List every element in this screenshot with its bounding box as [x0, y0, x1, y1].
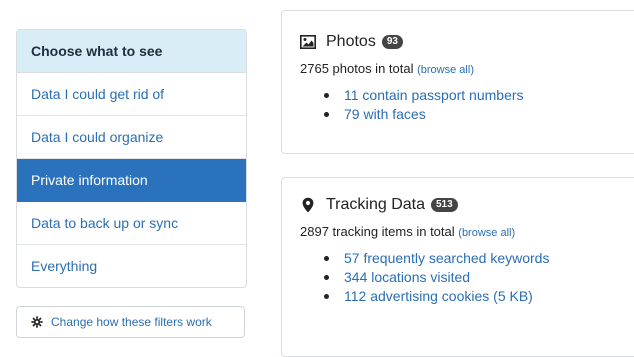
tracking-summary: 2897 tracking items in total (browse all… — [300, 224, 634, 239]
tracking-browse-wrap: (browse all) — [458, 227, 516, 239]
change-filters-button[interactable]: Change how these filters work — [16, 306, 245, 338]
tracking-title-row: Tracking Data 513 — [300, 196, 634, 214]
filter-item-organize[interactable]: Data I could organize — [17, 116, 246, 159]
tracking-summary-text: 2897 tracking items in total — [300, 224, 455, 239]
photos-browse-wrap: (browse all) — [417, 64, 474, 76]
photos-title-row: Photos 93 — [300, 33, 634, 51]
tracking-stat-cookies[interactable]: 112 advertising cookies (5 KB) — [324, 287, 634, 306]
photos-summary-text: 2765 photos in total — [300, 61, 414, 76]
image-icon — [300, 34, 316, 49]
filter-item-everything[interactable]: Everything — [17, 245, 246, 287]
gear-icon — [31, 316, 43, 328]
map-marker-icon — [302, 197, 314, 213]
filter-item-private-information[interactable]: Private information — [17, 159, 246, 202]
tracking-card: Tracking Data 513 2897 tracking items in… — [281, 177, 634, 357]
photos-title: Photos — [326, 33, 376, 50]
photos-stat-list: 11 contain passport numbers 79 with face… — [300, 86, 634, 124]
photos-count-badge: 93 — [381, 35, 403, 49]
tracking-stat-list: 57 frequently searched keywords 344 loca… — [300, 249, 634, 306]
change-filters-label: Change how these filters work — [51, 315, 212, 329]
photos-card: Photos 93 2765 photos in total (browse a… — [281, 10, 634, 154]
tracking-browse-all-link[interactable]: browse all — [462, 227, 512, 239]
filter-item-get-rid-of[interactable]: Data I could get rid of — [17, 73, 246, 116]
photos-stat-faces[interactable]: 79 with faces — [324, 105, 634, 124]
tracking-title: Tracking Data — [326, 196, 425, 213]
photos-stat-passport[interactable]: 11 contain passport numbers — [324, 86, 634, 105]
photos-summary: 2765 photos in total (browse all) — [300, 61, 634, 76]
filter-item-back-up-or-sync[interactable]: Data to back up or sync — [17, 202, 246, 245]
tracking-stat-keywords[interactable]: 57 frequently searched keywords — [324, 249, 634, 268]
filter-header: Choose what to see — [17, 30, 246, 73]
tracking-count-badge: 513 — [431, 198, 458, 212]
tracking-stat-locations[interactable]: 344 locations visited — [324, 268, 634, 287]
photos-browse-all-link[interactable]: browse all — [421, 64, 471, 76]
filter-panel: Choose what to see Data I could get rid … — [16, 29, 247, 288]
